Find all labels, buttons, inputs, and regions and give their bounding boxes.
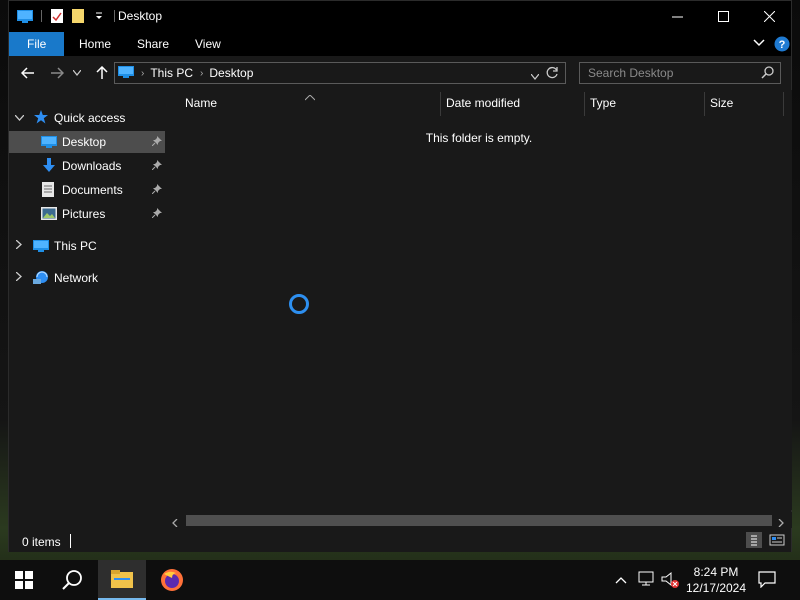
column-header-type[interactable]: Type xyxy=(590,90,616,116)
nav-item-documents[interactable]: Documents xyxy=(9,179,165,201)
nav-item-label: Downloads xyxy=(62,159,122,173)
this-pc-icon xyxy=(33,239,49,256)
search-taskbar-button[interactable] xyxy=(48,560,96,600)
network-icon xyxy=(33,270,49,289)
customize-toolbar-icon[interactable] xyxy=(94,9,104,23)
status-bar: 0 items xyxy=(9,529,791,552)
refresh-icon[interactable] xyxy=(546,66,559,82)
forward-button[interactable] xyxy=(47,64,67,82)
pictures-icon xyxy=(41,207,57,223)
column-header-size[interactable]: Size xyxy=(710,90,733,116)
scroll-right-icon[interactable] xyxy=(778,516,784,530)
quick-access-toolbar xyxy=(17,8,119,24)
status-divider xyxy=(70,534,71,548)
new-folder-icon[interactable] xyxy=(72,9,88,23)
svg-text:?: ? xyxy=(779,39,786,51)
network-status-icon[interactable] xyxy=(638,571,656,590)
address-row: › This PC › Desktop xyxy=(9,56,791,90)
column-divider[interactable] xyxy=(584,92,585,116)
nav-network[interactable]: Network xyxy=(9,267,165,289)
nav-quick-access-label: Quick access xyxy=(54,111,126,125)
taskbar-clock[interactable]: 8:24 PM 12/17/2024 xyxy=(684,564,748,596)
nav-item-label: Documents xyxy=(62,183,123,197)
item-count: 0 items xyxy=(22,535,61,549)
breadcrumb-desktop[interactable]: Desktop xyxy=(209,66,253,80)
column-divider[interactable] xyxy=(440,92,441,116)
notifications-icon[interactable] xyxy=(758,570,776,591)
recent-locations-button[interactable] xyxy=(71,64,83,82)
ribbon-tabs: File Home Share View ? xyxy=(9,32,791,56)
address-dropdown-icon[interactable] xyxy=(530,69,540,83)
nav-item-downloads[interactable]: Downloads xyxy=(9,155,165,177)
column-header-date-modified[interactable]: Date modified xyxy=(446,90,520,116)
navigation-pane: Quick access Desktop Downloads Documents… xyxy=(9,90,165,528)
nav-item-desktop[interactable]: Desktop xyxy=(9,131,165,153)
start-button[interactable] xyxy=(0,560,48,600)
toolbar-divider xyxy=(41,10,42,22)
volume-muted-icon[interactable] xyxy=(661,571,681,592)
scrollbar-thumb[interactable] xyxy=(186,515,772,526)
expand-ribbon-icon[interactable] xyxy=(753,37,765,52)
clock-time: 8:24 PM xyxy=(693,565,739,579)
large-icons-view-button[interactable] xyxy=(769,532,785,548)
nav-network-label: Network xyxy=(54,271,99,285)
chevron-right-icon[interactable] xyxy=(15,239,22,252)
loading-spinner-icon xyxy=(289,294,309,314)
sort-ascending-icon xyxy=(304,90,316,104)
address-bar[interactable]: › This PC › Desktop xyxy=(114,62,566,84)
downloads-icon xyxy=(41,158,57,177)
nav-item-pictures[interactable]: Pictures xyxy=(9,203,165,225)
toolbar-divider xyxy=(114,10,115,22)
pin-icon xyxy=(151,183,162,197)
clock-date: 12/17/2024 xyxy=(685,581,747,595)
scroll-left-icon[interactable] xyxy=(172,516,178,530)
tab-share[interactable]: Share xyxy=(123,32,183,56)
breadcrumb-this-pc[interactable]: This PC xyxy=(150,66,193,80)
details-view-button[interactable] xyxy=(746,532,762,548)
tab-view[interactable]: View xyxy=(181,32,235,56)
chevron-right-icon[interactable] xyxy=(15,271,22,284)
search-box[interactable] xyxy=(579,62,781,84)
window-title: Desktop xyxy=(118,9,163,23)
breadcrumb-separator-icon[interactable]: › xyxy=(200,68,203,79)
help-icon[interactable]: ? xyxy=(774,36,790,55)
show-hidden-icons-icon[interactable] xyxy=(615,573,627,587)
nav-quick-access[interactable]: Quick access xyxy=(9,107,165,129)
pin-icon xyxy=(151,135,162,149)
tab-file[interactable]: File xyxy=(9,32,65,56)
pin-icon xyxy=(151,207,162,221)
documents-icon xyxy=(42,182,55,201)
this-pc-icon xyxy=(118,65,134,82)
pin-icon xyxy=(151,159,162,173)
star-icon xyxy=(34,110,48,127)
tab-home[interactable]: Home xyxy=(65,32,125,56)
file-explorer-window: Desktop File Home Share View ? › This PC… xyxy=(8,0,792,552)
minimize-button[interactable] xyxy=(654,1,700,32)
taskbar: 8:24 PM 12/17/2024 xyxy=(0,560,800,600)
maximize-button[interactable] xyxy=(700,1,746,32)
empty-folder-message: This folder is empty. xyxy=(425,131,533,145)
firefox-taskbar-button[interactable] xyxy=(148,560,196,600)
folder-window-icon xyxy=(17,9,33,23)
column-divider[interactable] xyxy=(783,92,784,116)
title-bar[interactable]: Desktop xyxy=(9,1,791,32)
nav-this-pc-label: This PC xyxy=(54,239,97,253)
back-button[interactable] xyxy=(18,64,38,82)
column-divider[interactable] xyxy=(704,92,705,116)
breadcrumb-separator-icon[interactable]: › xyxy=(141,68,144,79)
column-header-name[interactable]: Name xyxy=(185,90,217,116)
horizontal-scrollbar[interactable] xyxy=(166,512,792,528)
search-icon[interactable] xyxy=(761,66,774,82)
up-button[interactable] xyxy=(92,64,112,82)
search-input[interactable] xyxy=(588,66,758,80)
close-button[interactable] xyxy=(746,1,792,32)
nav-item-label: Desktop xyxy=(62,135,107,149)
properties-icon[interactable] xyxy=(50,9,66,23)
chevron-down-icon[interactable] xyxy=(14,113,25,124)
nav-this-pc[interactable]: This PC xyxy=(9,235,165,257)
desktop-icon xyxy=(41,135,57,152)
file-list[interactable]: Name Date modified Type Size This folder… xyxy=(166,90,792,510)
nav-item-label: Pictures xyxy=(62,207,106,221)
file-explorer-taskbar-button[interactable] xyxy=(98,560,146,600)
